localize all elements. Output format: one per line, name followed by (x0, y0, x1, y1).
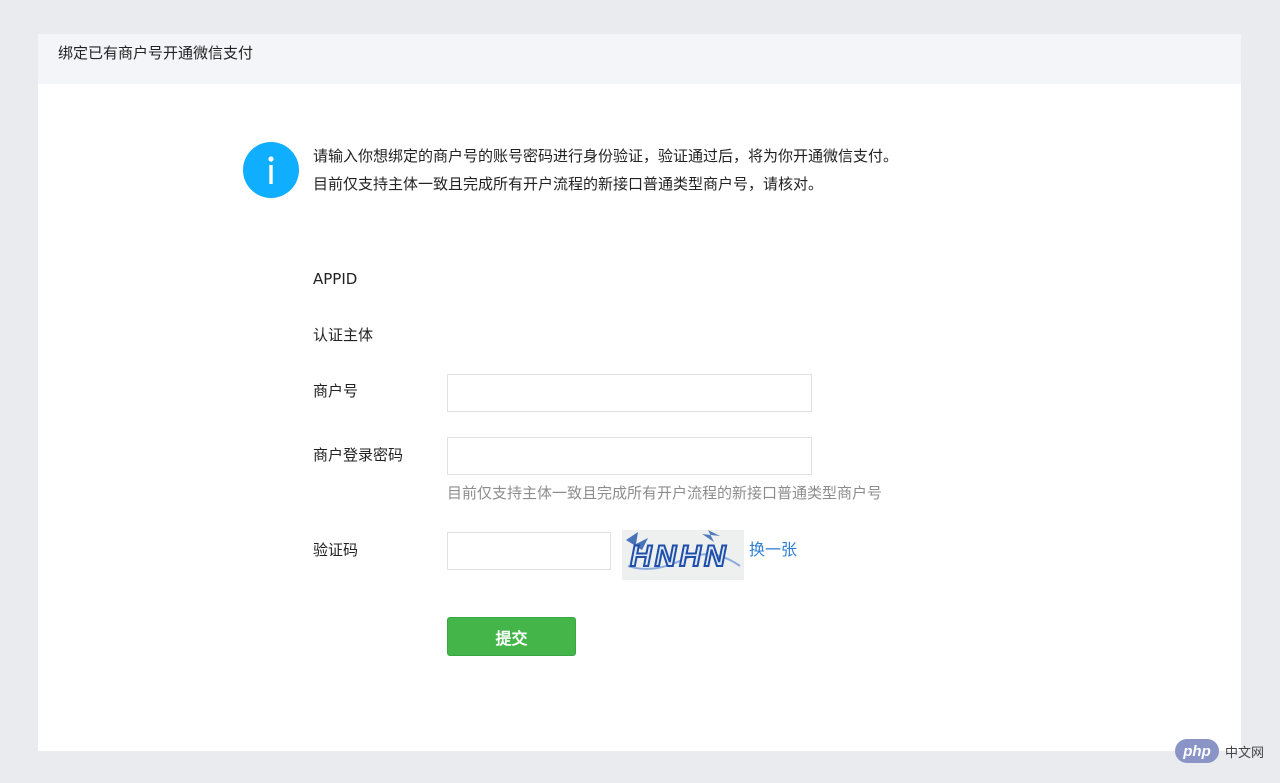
merchant-id-input[interactable] (447, 374, 812, 412)
page-title: 绑定已有商户号开通微信支付 (58, 44, 254, 62)
submit-button[interactable]: 提交 (447, 617, 576, 656)
captcha-input[interactable] (447, 532, 611, 570)
watermark-text: 中文网 (1225, 745, 1265, 761)
merchant-id-label: 商户号 (313, 382, 359, 400)
notice-text-line1: 请输入你想绑定的商户号的账号密码进行身份验证，验证通过后，将为你开通微信支付。 (313, 147, 899, 165)
password-input[interactable] (447, 437, 812, 475)
captcha-label: 验证码 (313, 541, 359, 559)
panel-header: 绑定已有商户号开通微信支付 (38, 34, 1241, 84)
password-hint: 目前仅支持主体一致且完成所有开户流程的新接口普通类型商户号 (447, 484, 883, 502)
php-logo: php (1175, 739, 1219, 763)
captcha-image[interactable]: HNHN (622, 530, 744, 580)
refresh-captcha-link[interactable]: 换一张 (749, 539, 797, 561)
main-panel: 绑定已有商户号开通微信支付 请输入你想绑定的商户号的账号密码进行身份验证，验证通… (38, 34, 1241, 751)
notice-text-line2: 目前仅支持主体一致且完成所有开户流程的新接口普通类型商户号，请核对。 (313, 175, 824, 193)
subject-label: 认证主体 (313, 326, 374, 344)
captcha-text: HNHN (630, 540, 729, 573)
watermark: php 中文网 (1175, 737, 1264, 765)
appid-label: APPID (313, 270, 358, 288)
password-label: 商户登录密码 (313, 446, 404, 464)
info-icon (243, 142, 299, 198)
info-notice: 请输入你想绑定的商户号的账号密码进行身份验证，验证通过后，将为你开通微信支付。 … (243, 142, 1003, 202)
